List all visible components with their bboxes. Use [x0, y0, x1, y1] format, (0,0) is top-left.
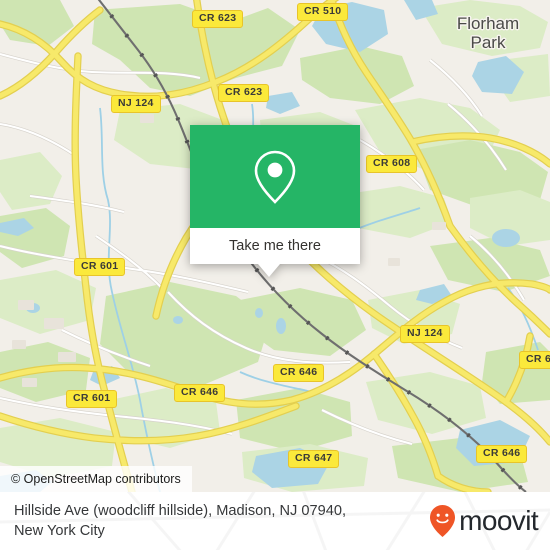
road-shield-cr-623-mid[interactable]: CR 623 [218, 84, 270, 102]
road-shield-cr-510[interactable]: CR 510 [297, 3, 349, 21]
footer-content: Hillside Ave (woodcliff hillside), Madis… [0, 492, 550, 550]
popup-header [190, 125, 360, 228]
road-shield-cr-647[interactable]: CR 647 [288, 450, 340, 468]
map-canvas[interactable]: Florham Park CR 623 CR 510 CR 623 NJ 124… [0, 0, 550, 492]
osm-attribution-text: © OpenStreetMap contributors [11, 472, 181, 486]
road-shield-nj-124-east[interactable]: NJ 124 [400, 325, 450, 343]
road-shield-cr-601-north[interactable]: CR 601 [74, 258, 126, 276]
location-popup-card[interactable]: Take me there [190, 125, 360, 277]
address-text: Hillside Ave (woodcliff hillside), Madis… [14, 501, 429, 541]
take-me-there-button[interactable]: Take me there [229, 238, 321, 254]
map-pin-icon [254, 150, 296, 204]
osm-attribution[interactable]: © OpenStreetMap contributors [0, 466, 192, 492]
place-label-line: Park [470, 33, 506, 52]
moovit-smiley-pin-icon [430, 505, 456, 537]
road-shield-cr-60-edge[interactable]: CR 60 [519, 351, 550, 369]
address-line-1: Hillside Ave (woodcliff hillside), Madis… [14, 503, 347, 519]
road-shield-nj-124-west[interactable]: NJ 124 [111, 95, 161, 113]
road-shield-cr-646-mid[interactable]: CR 646 [273, 364, 325, 382]
road-shield-cr-601-south[interactable]: CR 601 [66, 390, 118, 408]
popup-action-row[interactable]: Take me there [190, 228, 360, 264]
road-shield-cr-608[interactable]: CR 608 [366, 155, 418, 173]
address-line-2: New York City [14, 523, 105, 539]
moovit-brand[interactable]: moovit [429, 504, 539, 538]
place-label-florham-park: Florham Park [432, 14, 544, 52]
map-screenshot: Florham Park CR 623 CR 510 CR 623 NJ 124… [0, 0, 550, 550]
road-shield-cr-646-east[interactable]: CR 646 [476, 445, 528, 463]
popup-pointer-tail [258, 264, 280, 277]
footer-bar: Hillside Ave (woodcliff hillside), Madis… [0, 492, 550, 550]
place-label-line: Florham [456, 14, 520, 33]
road-shield-cr-623-north[interactable]: CR 623 [192, 10, 244, 28]
road-shield-cr-646-west[interactable]: CR 646 [174, 384, 226, 402]
moovit-wordmark: moovit [459, 505, 538, 536]
